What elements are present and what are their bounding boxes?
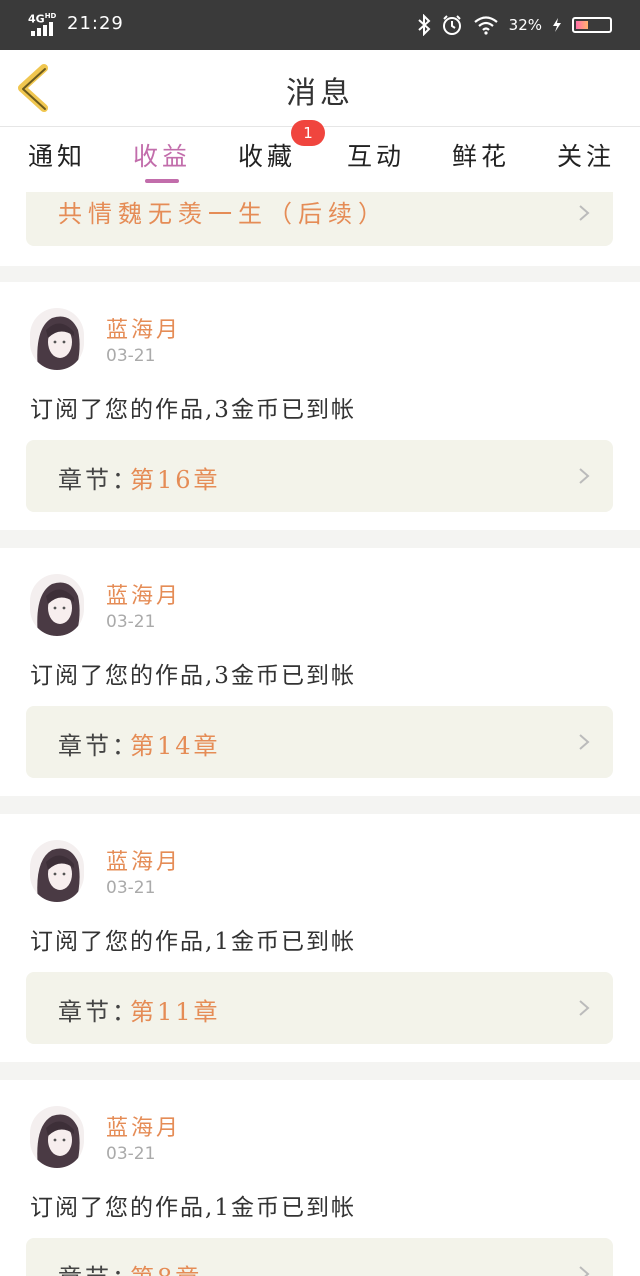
date: 03-21 [106,612,156,632]
alarm-icon [442,15,461,35]
clock: 21:29 [67,13,124,34]
date: 03-21 [106,346,156,366]
avatar[interactable] [30,308,84,370]
chevron-right-icon [579,734,590,750]
chevron-right-icon [579,1266,590,1276]
chevron-right-icon [579,205,590,221]
favorites-badge: 1 [291,120,325,146]
tab-favorites[interactable]: 收藏 [238,137,296,173]
tab-flowers[interactable]: 鲜花 [452,137,510,173]
signal-icon [31,22,53,36]
tab-notifications[interactable]: 通知 [28,137,86,173]
chapter-value: 第16章 [130,466,221,494]
book-title: 共情魏无羡一生（后续） [58,200,388,228]
earning-item: 蓝海月 03-21 订阅了您的作品,1金币已到帐 章节： 第11章 [0,814,640,1062]
status-bar: 4GHD 21:29 32% [0,0,640,50]
earning-item: 蓝海月 03-21 订阅了您的作品,1金币已到帐 章节： 第8章 [0,1080,640,1276]
earning-item: 蓝海月 03-21 订阅了您的作品,3金币已到帐 章节： 第16章 [0,282,640,530]
tab-follow[interactable]: 关注 [557,137,615,173]
message: 订阅了您的作品,1金币已到帐 [30,929,356,955]
chapter-value: 第14章 [130,732,221,760]
chapter-label: 章节： [58,998,139,1026]
chapter-row[interactable]: 章节： 第8章 [26,1238,613,1276]
book-row[interactable]: 共情魏无羡一生（后续） [26,192,613,246]
message: 订阅了您的作品,3金币已到帐 [30,397,356,423]
active-tab-indicator [145,179,179,183]
date: 03-21 [106,1144,156,1164]
avatar[interactable] [30,1106,84,1168]
tab-earnings[interactable]: 收益 [133,137,191,173]
app-header: 消息 [0,50,640,127]
chapter-label: 章节： [58,1258,139,1276]
tab-interactions[interactable]: 互动 [347,137,405,173]
avatar[interactable] [30,574,84,636]
book-card: 共情魏无羡一生（后续） [0,192,640,266]
chapter-row[interactable]: 章节： 第11章 [26,972,613,1044]
network-hd: HD [44,12,57,20]
earnings-feed: 共情魏无羡一生（后续） 蓝海月 03-21 订阅了您的作品,3金币已到帐 章节：… [0,192,640,1276]
battery-icon [572,17,612,33]
chapter-label: 章节： [58,732,139,760]
chevron-right-icon [579,468,590,484]
page-title: 消息 [286,76,354,111]
chapter-row[interactable]: 章节： 第14章 [26,706,613,778]
wifi-icon [473,16,498,35]
date: 03-21 [106,878,156,898]
charging-icon [553,18,561,32]
earning-item: 蓝海月 03-21 订阅了您的作品,3金币已到帐 章节： 第14章 [0,548,640,796]
chapter-label: 章节： [58,466,139,494]
bluetooth-icon [417,14,431,36]
message: 订阅了您的作品,1金币已到帐 [30,1195,356,1221]
chapter-value: 第11章 [130,998,221,1026]
chapter-row[interactable]: 章节： 第16章 [26,440,613,512]
user-name[interactable]: 蓝海月 [106,578,181,610]
user-name[interactable]: 蓝海月 [106,312,181,344]
battery-percent: 32% [508,16,542,34]
user-name[interactable]: 蓝海月 [106,844,181,876]
avatar[interactable] [30,840,84,902]
message: 订阅了您的作品,3金币已到帐 [30,663,356,689]
status-icons: 32% [417,12,612,38]
user-name[interactable]: 蓝海月 [106,1110,181,1142]
chapter-value: 第8章 [130,1258,202,1276]
chevron-right-icon [579,1000,590,1016]
